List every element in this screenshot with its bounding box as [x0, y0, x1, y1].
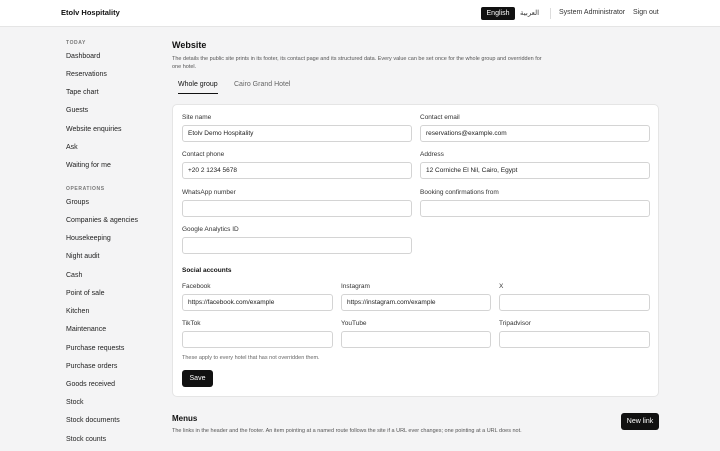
sidebar-item-point-of-sale[interactable]: Point of sale — [66, 290, 105, 297]
tripadvisor-input[interactable] — [499, 331, 650, 348]
page-description: The details the public site prints in it… — [172, 56, 542, 70]
current-user[interactable]: System Administrator — [559, 9, 625, 16]
sign-out-link[interactable]: Sign out — [633, 9, 659, 16]
x-label: X — [499, 283, 504, 290]
page-title: Website — [172, 40, 207, 50]
sidebar-item-cash[interactable]: Cash — [66, 272, 82, 279]
sidebar-item-companies-agencies[interactable]: Companies & agencies — [66, 217, 138, 224]
menus-description: The links in the header and the footer. … — [172, 428, 522, 434]
address-label: Address — [420, 151, 444, 158]
sidebar-item-purchase-requests[interactable]: Purchase requests — [66, 345, 124, 352]
google-analytics-label: Google Analytics ID — [182, 226, 239, 233]
sidebar-item-stock[interactable]: Stock — [66, 399, 84, 406]
scope-tabs: Whole group Cairo Grand Hotel — [172, 80, 659, 96]
sidebar-item-night-audit[interactable]: Night audit — [66, 253, 99, 260]
language-english-button[interactable]: English — [481, 7, 515, 20]
sidebar-item-waiting-for-me[interactable]: Waiting for me — [66, 162, 111, 169]
tab-whole-group[interactable]: Whole group — [178, 81, 218, 94]
tab-cairo-grand-hotel[interactable]: Cairo Grand Hotel — [234, 81, 290, 93]
contact-phone-label: Contact phone — [182, 151, 225, 158]
sidebar-item-website-enquiries[interactable]: Website enquiries — [66, 126, 122, 133]
sidebar: TODAY Dashboard Reservations Tape chart … — [0, 27, 160, 451]
instagram-input[interactable]: https://instagram.com/example — [341, 294, 491, 311]
contact-email-label: Contact email — [420, 114, 460, 121]
contact-phone-input[interactable]: +20 2 1234 5678 — [182, 162, 412, 179]
booking-confirmations-from-label: Booking confirmations from — [420, 189, 499, 196]
new-link-button[interactable]: New link — [621, 413, 659, 430]
divider — [550, 8, 551, 19]
x-input[interactable] — [499, 294, 650, 311]
sidebar-item-groups[interactable]: Groups — [66, 199, 89, 206]
booking-confirmations-from-input[interactable] — [420, 200, 650, 217]
sidebar-item-tape-chart[interactable]: Tape chart — [66, 89, 99, 96]
contact-email-input[interactable]: reservations@example.com — [420, 125, 650, 142]
site-name-label: Site name — [182, 114, 212, 121]
social-accounts-heading: Social accounts — [182, 267, 232, 274]
language-arabic-button[interactable]: العربية — [520, 9, 539, 17]
top-bar: Etolv Hospitality English العربية System… — [0, 0, 720, 27]
inheritance-hint: These apply to every hotel that has not … — [182, 355, 320, 361]
facebook-label: Facebook — [182, 283, 211, 290]
youtube-label: YouTube — [341, 320, 367, 327]
sidebar-item-ask[interactable]: Ask — [66, 144, 78, 151]
google-analytics-input[interactable] — [182, 237, 412, 254]
tiktok-input[interactable] — [182, 331, 333, 348]
sidebar-item-goods-received[interactable]: Goods received — [66, 381, 115, 388]
brand-name[interactable]: Etolv Hospitality — [61, 8, 120, 17]
sidebar-section-today: TODAY — [66, 40, 86, 46]
address-input[interactable]: 12 Corniche El Nil, Cairo, Egypt — [420, 162, 650, 179]
sidebar-item-stock-counts[interactable]: Stock counts — [66, 436, 106, 443]
sidebar-item-stock-documents[interactable]: Stock documents — [66, 417, 120, 424]
tiktok-label: TikTok — [182, 320, 201, 327]
sidebar-item-reservations[interactable]: Reservations — [66, 71, 107, 78]
sidebar-item-purchase-orders[interactable]: Purchase orders — [66, 363, 117, 370]
sidebar-section-operations: OPERATIONS — [66, 186, 105, 192]
menus-heading: Menus — [172, 414, 198, 423]
sidebar-item-housekeeping[interactable]: Housekeeping — [66, 235, 111, 242]
facebook-input[interactable]: https://facebook.com/example — [182, 294, 333, 311]
youtube-input[interactable] — [341, 331, 491, 348]
sidebar-item-kitchen[interactable]: Kitchen — [66, 308, 89, 315]
whatsapp-number-input[interactable] — [182, 200, 412, 217]
sidebar-item-guests[interactable]: Guests — [66, 107, 88, 114]
instagram-label: Instagram — [341, 283, 370, 290]
save-button[interactable]: Save — [182, 370, 213, 387]
sidebar-item-maintenance[interactable]: Maintenance — [66, 326, 106, 333]
site-name-input[interactable]: Etolv Demo Hospitality — [182, 125, 412, 142]
sidebar-item-dashboard[interactable]: Dashboard — [66, 53, 100, 60]
tripadvisor-label: Tripadvisor — [499, 320, 531, 327]
whatsapp-number-label: WhatsApp number — [182, 189, 236, 196]
